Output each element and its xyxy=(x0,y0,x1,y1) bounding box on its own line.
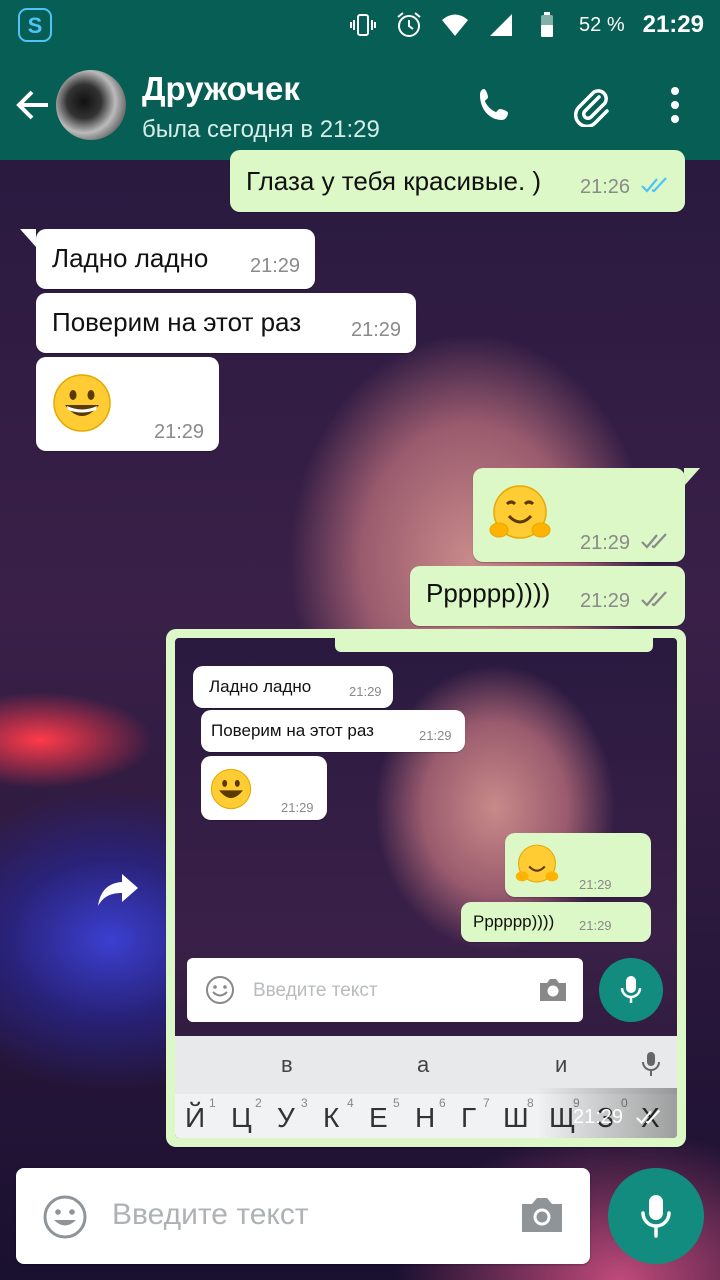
mini-time: 21:29 xyxy=(281,800,314,815)
key: Е xyxy=(369,1102,388,1133)
app-notification-icon: S xyxy=(18,8,52,42)
avatar[interactable] xyxy=(56,70,126,140)
delivered-ticks-icon xyxy=(636,1109,661,1125)
key-number: 1 xyxy=(209,1096,216,1110)
mini-bubble-incoming: 21:29 xyxy=(201,756,327,820)
hugging-face-emoji xyxy=(515,844,559,883)
key-number: 4 xyxy=(347,1096,354,1110)
battery-percent: 52 % xyxy=(579,13,625,36)
suggestion: в xyxy=(281,1052,293,1077)
message-text: Ладно ладно xyxy=(52,243,209,273)
mini-time: 21:29 xyxy=(349,684,382,699)
key: Й xyxy=(185,1102,206,1133)
key: У xyxy=(277,1102,295,1133)
mic-icon xyxy=(620,976,642,1003)
hugging-face-emoji xyxy=(489,485,551,539)
key-number: 5 xyxy=(393,1096,400,1110)
grinning-face-emoji xyxy=(53,374,111,432)
image-thumbnail[interactable]: Ладно ладно 21:29 Поверим на этот раз 21… xyxy=(175,638,677,1138)
mini-bubble-incoming: Ладно ладно 21:29 xyxy=(193,666,393,708)
back-arrow-icon[interactable] xyxy=(14,86,52,124)
delivered-ticks-icon xyxy=(641,533,667,549)
key: Н xyxy=(415,1102,436,1133)
mini-text: Ладно ладно xyxy=(209,677,312,696)
bubble-tail xyxy=(684,468,700,486)
emoji-icon xyxy=(206,976,234,1004)
message-bubble-outgoing[interactable]: Pppppp)))) 21:29 xyxy=(410,566,685,626)
message-input[interactable]: Введите текст xyxy=(112,1198,309,1232)
keyboard-suggestions: в а и xyxy=(175,1036,677,1094)
key: Ш xyxy=(503,1102,529,1133)
clock: 21:29 xyxy=(642,11,704,38)
vibrate-icon xyxy=(350,14,377,36)
message-text: Pppppp)))) xyxy=(426,578,551,608)
contact-name[interactable]: Дружочек xyxy=(142,70,300,108)
image-message[interactable]: Ладно ладно 21:29 Поверим на этот раз 21… xyxy=(166,629,686,1147)
message-bubble-outgoing[interactable]: Глаза у тебя красивые. ) 21:26 xyxy=(230,150,685,212)
message-bubble-incoming[interactable]: Поверим на этот раз 21:29 xyxy=(36,293,416,353)
key-number: 7 xyxy=(483,1096,490,1110)
forward-icon[interactable] xyxy=(96,866,140,910)
message-time: 21:29 xyxy=(580,590,631,612)
message-time: 21:29 xyxy=(154,421,205,443)
alarm-icon xyxy=(397,12,421,37)
camera-icon[interactable] xyxy=(518,1194,566,1236)
mini-bubble-outgoing: 21:29 xyxy=(505,833,651,897)
voice-record-button[interactable] xyxy=(608,1168,704,1264)
message-text: Поверим на этот раз xyxy=(52,307,302,337)
mini-time: 21:29 xyxy=(419,728,452,743)
message-input-bar[interactable]: Введите текст xyxy=(16,1168,590,1264)
svg-text:S: S xyxy=(28,13,43,38)
wifi-icon xyxy=(442,14,469,36)
bubble-tail xyxy=(20,229,36,247)
mic-icon xyxy=(641,1195,671,1238)
key-number: 6 xyxy=(439,1096,446,1110)
mini-text: Pppppp)))) xyxy=(473,912,555,931)
status-bar: S 52 % 21:29 xyxy=(0,0,720,50)
message-time: 21:26 xyxy=(580,176,631,198)
suggestion: а xyxy=(417,1052,430,1077)
phone-icon xyxy=(480,89,508,120)
paperclip-icon xyxy=(573,89,609,127)
message-text: Глаза у тебя красивые. ) xyxy=(246,166,542,196)
attach-button[interactable] xyxy=(568,82,614,128)
read-ticks-icon xyxy=(641,177,667,193)
mini-bubble-incoming: Поверим на этот раз 21:29 xyxy=(201,710,465,752)
mini-input-placeholder: Введите текст xyxy=(253,980,378,1001)
mini-mic-button xyxy=(599,958,663,1022)
signal-icon xyxy=(490,14,513,36)
key: К xyxy=(323,1102,340,1133)
key: Ц xyxy=(231,1102,252,1133)
message-bubble-outgoing[interactable]: 21:29 xyxy=(473,468,685,562)
mini-bubble-partial xyxy=(335,638,653,652)
mini-time: 21:29 xyxy=(579,877,612,892)
mini-bubble-outgoing: Pppppp)))) 21:29 xyxy=(461,902,651,942)
message-bubble-incoming[interactable]: 21:29 xyxy=(36,357,219,451)
message-time: 21:29 xyxy=(580,532,631,554)
key: Г xyxy=(461,1102,477,1133)
message-time: 21:29 xyxy=(351,319,402,341)
mini-time: 21:29 xyxy=(579,918,612,933)
image-time: 21:29 xyxy=(573,1106,624,1128)
battery-icon xyxy=(541,12,554,37)
more-vert-icon xyxy=(671,87,679,123)
chat-header: Дружочек была сегодня в 21:29 xyxy=(0,50,720,160)
message-bubble-incoming[interactable]: Ладно ладно 21:29 xyxy=(36,229,315,289)
emoji-icon[interactable] xyxy=(42,1194,88,1240)
suggestion: и xyxy=(555,1052,568,1077)
message-time: 21:29 xyxy=(250,255,301,277)
last-seen-status: была сегодня в 21:29 xyxy=(142,116,380,143)
call-button[interactable] xyxy=(472,82,518,128)
grinning-face-emoji xyxy=(210,768,252,810)
mic-icon xyxy=(642,1052,660,1076)
key-number: 2 xyxy=(255,1096,262,1110)
key-number: 8 xyxy=(527,1096,534,1110)
key-number: 3 xyxy=(301,1096,308,1110)
mini-text: Поверим на этот раз xyxy=(211,721,374,740)
camera-icon xyxy=(540,979,566,1001)
delivered-ticks-icon xyxy=(641,591,667,607)
mini-input-bar: Введите текст xyxy=(187,958,583,1022)
more-options-button[interactable] xyxy=(652,82,698,128)
